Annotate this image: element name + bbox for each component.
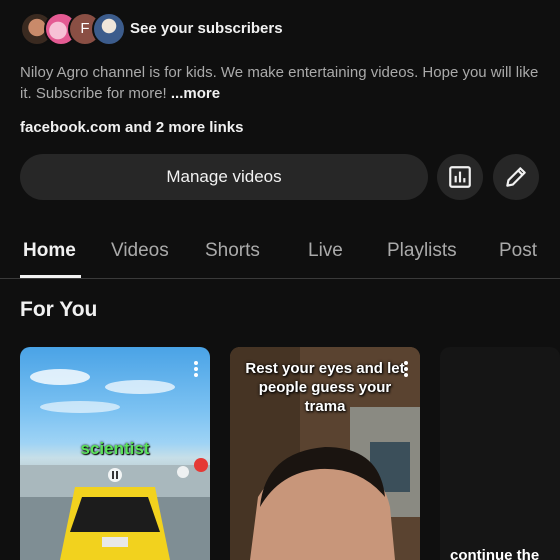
subscriber-avatars[interactable]: F — [20, 12, 126, 46]
tab-videos[interactable]: Videos — [111, 240, 169, 262]
tab-playlists[interactable]: Playlists — [387, 240, 457, 262]
active-tab-indicator — [20, 275, 81, 278]
see-subscribers-link[interactable]: See your subscribers — [130, 20, 283, 37]
tab-live[interactable]: Live — [308, 240, 343, 262]
more-link[interactable]: ...more — [171, 85, 220, 102]
analytics-icon — [449, 166, 471, 188]
video-card[interactable]: scientist — [20, 347, 210, 560]
section-title: For You — [20, 298, 98, 321]
analytics-button[interactable] — [437, 154, 483, 200]
link-facebook[interactable]: facebook.com — [20, 119, 121, 136]
more-links-text: and 2 more links — [120, 119, 244, 136]
channel-description[interactable]: Niloy Agro channel is for kids. We make … — [20, 62, 545, 104]
more-options-icon[interactable] — [194, 361, 198, 379]
channel-links[interactable]: facebook.com and 2 more links — [20, 119, 243, 136]
tab-posts[interactable]: Post — [499, 240, 537, 262]
video-caption: continue the — [450, 547, 540, 560]
pencil-icon — [506, 167, 526, 187]
video-card[interactable]: continue the — [440, 347, 560, 560]
video-caption: scientist — [80, 439, 150, 458]
manage-videos-button[interactable]: Manage videos — [20, 154, 428, 200]
description-text: Niloy Agro channel is for kids. We make … — [20, 64, 539, 102]
more-options-icon[interactable] — [404, 361, 408, 379]
edit-channel-button[interactable] — [493, 154, 539, 200]
video-caption: Rest your eyes and let people guess your… — [245, 360, 405, 415]
channel-tabs: Home Videos Shorts Live Playlists Post — [0, 226, 560, 279]
tab-home[interactable]: Home — [23, 240, 76, 262]
avatar — [92, 12, 126, 46]
tab-shorts[interactable]: Shorts — [205, 240, 260, 262]
video-card[interactable]: Rest your eyes and let people guess your… — [230, 347, 420, 560]
